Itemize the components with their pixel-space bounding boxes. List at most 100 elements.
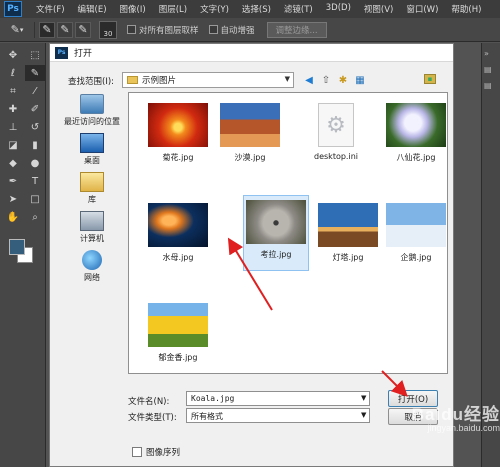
lasso-tool-icon[interactable]: ℓ: [3, 65, 23, 81]
preview-folder-icon[interactable]: ▪: [424, 74, 436, 84]
menu-help[interactable]: 帮助(H): [451, 3, 481, 15]
checkbox-box: [208, 25, 218, 34]
sample-all-layers-label: 对所有图层取样: [139, 25, 199, 36]
healing-tool-icon[interactable]: ✚: [3, 101, 23, 117]
place-library[interactable]: 库: [60, 172, 124, 205]
divider: [34, 21, 35, 38]
checkbox-box: [127, 25, 136, 34]
file-name: 八仙花.jpg: [396, 153, 436, 162]
watermark-logo: Baidu经验: [411, 405, 500, 424]
brush-tool-icon[interactable]: ✐: [25, 101, 45, 117]
file-thumbnail: [220, 103, 280, 147]
dodge-tool-icon[interactable]: ●: [25, 155, 45, 171]
brush-minus-icon: ✎: [78, 23, 88, 36]
history-brush-icon[interactable]: ↺: [25, 119, 45, 135]
checkbox-box: [132, 447, 142, 457]
dialog-title: 打开: [74, 49, 93, 59]
file-item[interactable]: 沙漠.jpg: [217, 99, 283, 171]
file-item[interactable]: ⚙ desktop.ini: [303, 99, 369, 171]
zoom-tool-icon[interactable]: ⌕: [25, 209, 45, 225]
menu-filter[interactable]: 滤镜(T): [284, 3, 313, 15]
look-in-dropdown[interactable]: 示例图片 ▼: [122, 72, 294, 88]
image-sequence-checkbox[interactable]: 图像序列: [132, 446, 180, 458]
quick-selection-tool-icon[interactable]: ✎: [25, 65, 45, 81]
place-desktop[interactable]: 桌面: [60, 133, 124, 166]
file-item-selected[interactable]: 考拉.jpg: [243, 195, 309, 271]
file-name: 沙漠.jpg: [234, 153, 266, 162]
file-thumbnail: [148, 103, 208, 147]
place-recent[interactable]: 最近访问的位置: [60, 94, 124, 127]
place-label: 网络: [84, 273, 100, 282]
chevron-down-icon: ▼: [284, 75, 290, 83]
file-item[interactable]: 菊花.jpg: [145, 99, 211, 171]
file-thumbnail: [148, 303, 208, 347]
file-type-dropdown[interactable]: 所有格式: [186, 408, 370, 423]
shape-tool-icon[interactable]: □: [25, 191, 45, 207]
menu-edit[interactable]: 编辑(E): [78, 3, 107, 15]
pen-tool-icon[interactable]: ✒: [3, 173, 23, 189]
brush-icon: ✎: [42, 23, 52, 36]
marquee-tool-icon[interactable]: ⬚: [25, 47, 45, 63]
place-label: 最近访问的位置: [64, 117, 120, 126]
menu-type[interactable]: 文字(Y): [200, 3, 229, 15]
watermark: Baidu经验 jingyan.baidu.com: [360, 400, 500, 433]
blur-tool-icon[interactable]: ◆: [3, 155, 23, 171]
look-in-row: 查找范围(I): 示例图片 ▼ ◀ ⇧ ✱ ▦ ▪: [50, 72, 455, 90]
menu-window[interactable]: 窗口(W): [406, 3, 438, 15]
new-selection-button[interactable]: ✎: [39, 21, 55, 38]
place-computer[interactable]: 计算机: [60, 211, 124, 244]
eyedropper-tool-icon[interactable]: ⁄: [25, 83, 45, 99]
file-name: 菊花.jpg: [162, 153, 194, 162]
library-icon: [80, 172, 104, 192]
watermark-url: jingyan.baidu.com: [427, 423, 500, 433]
view-menu-icon[interactable]: ▦: [353, 73, 367, 87]
sample-all-layers-checkbox[interactable]: 对所有图层取样: [127, 24, 199, 36]
type-tool-icon[interactable]: T: [25, 173, 45, 189]
place-label: 库: [88, 195, 96, 204]
menu-view[interactable]: 视图(V): [364, 3, 393, 15]
file-name: 灯塔.jpg: [332, 253, 364, 262]
new-folder-icon[interactable]: ✱: [336, 73, 350, 87]
refine-edge-button[interactable]: 调整边缘...: [266, 21, 327, 38]
clone-stamp-icon[interactable]: ⊥: [3, 119, 23, 135]
menu-layer[interactable]: 图层(L): [159, 3, 187, 15]
panel-icon[interactable]: ▤: [484, 65, 498, 75]
collapse-icon[interactable]: »: [484, 49, 498, 59]
brush-plus-icon: ✎: [60, 23, 70, 36]
move-tool-icon[interactable]: ✥: [3, 47, 23, 63]
tool-preset-picker[interactable]: ✎ ▾: [4, 21, 30, 39]
menu-image[interactable]: 图像(I): [120, 3, 146, 15]
menu-items: 文件(F) 编辑(E) 图像(I) 图层(L) 文字(Y) 选择(S) 滤镜(T…: [36, 3, 494, 15]
back-icon[interactable]: ◀: [302, 73, 316, 87]
gradient-tool-icon[interactable]: ▮: [25, 137, 45, 153]
file-item[interactable]: 水母.jpg: [145, 199, 211, 271]
file-item[interactable]: 郁金香.jpg: [145, 299, 211, 371]
foreground-color-swatch[interactable]: [9, 239, 25, 255]
brush-size-picker[interactable]: 30: [99, 20, 117, 39]
place-network[interactable]: 网络: [60, 250, 124, 283]
photoshop-icon: Ps: [55, 46, 68, 59]
menu-select[interactable]: 选择(S): [242, 3, 271, 15]
menu-3d[interactable]: 3D(D): [326, 3, 351, 15]
auto-enhance-checkbox[interactable]: 自动增强: [208, 24, 255, 36]
panel-icon[interactable]: ▤: [484, 81, 498, 91]
crop-tool-icon[interactable]: ⌗: [3, 83, 23, 99]
up-folder-icon[interactable]: ⇧: [319, 73, 333, 87]
add-to-selection-button[interactable]: ✎: [57, 21, 73, 38]
look-in-value: 示例图片: [142, 76, 177, 86]
photoshop-logo: Ps: [4, 1, 22, 17]
desktop-icon: [80, 133, 104, 153]
file-item[interactable]: 企鹅.jpg: [383, 199, 449, 271]
menu-file[interactable]: 文件(F): [36, 3, 65, 15]
subtract-from-selection-button[interactable]: ✎: [75, 21, 91, 38]
file-item[interactable]: 八仙花.jpg: [383, 99, 449, 171]
file-name-input[interactable]: Koala.jpg: [186, 391, 370, 406]
file-thumbnail: [148, 203, 208, 247]
path-selection-icon[interactable]: ➤: [3, 191, 23, 207]
network-icon: [82, 250, 102, 270]
options-bar: ✎ ▾ ✎ ✎ ✎ 30 对所有图层取样 自动增强 调整边缘...: [0, 18, 500, 42]
file-name: desktop.ini: [314, 152, 358, 161]
hand-tool-icon[interactable]: ✋: [3, 209, 23, 225]
file-item[interactable]: 灯塔.jpg: [315, 199, 381, 271]
eraser-tool-icon[interactable]: ◪: [3, 137, 23, 153]
